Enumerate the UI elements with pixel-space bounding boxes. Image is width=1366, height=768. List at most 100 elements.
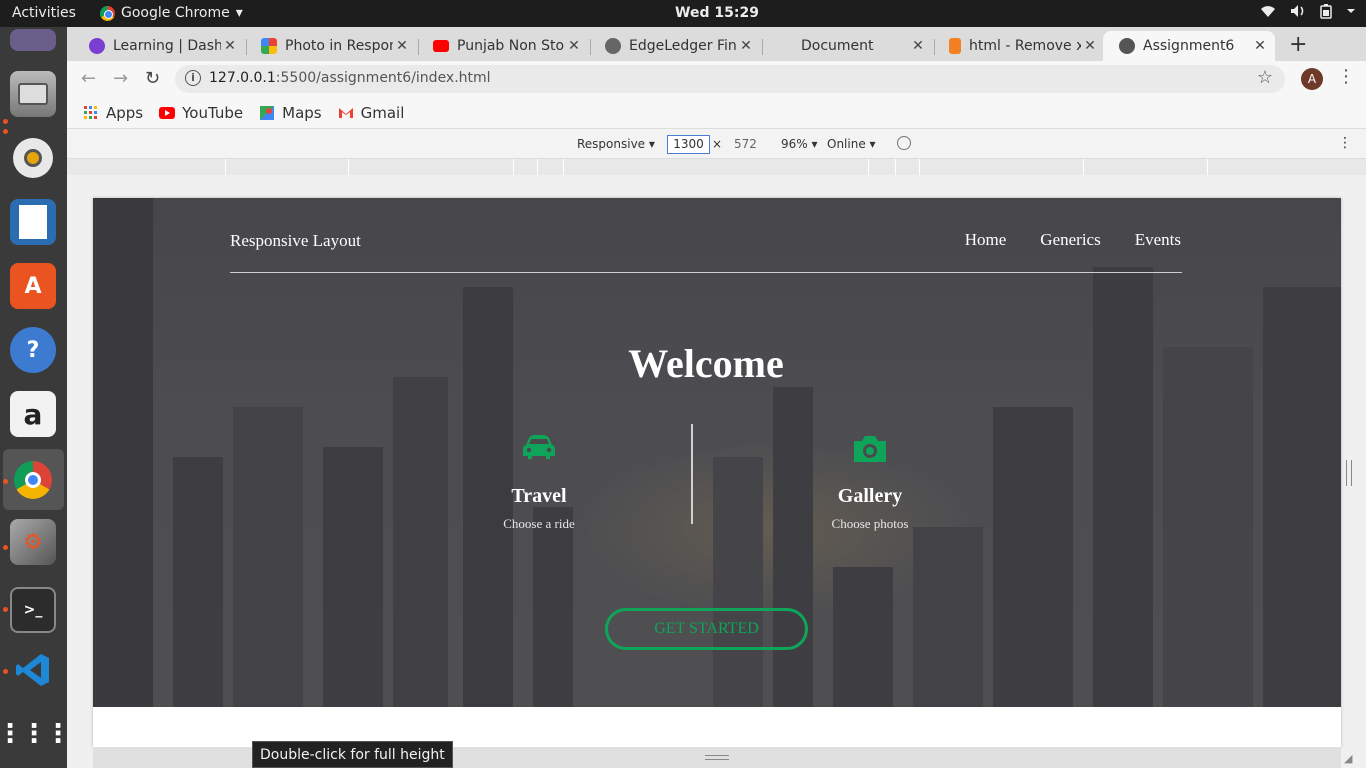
tab-title: Punjab Non Stop — [457, 38, 565, 54]
dock-terminal-icon[interactable]: >_ — [10, 587, 56, 633]
tab-learning[interactable]: Learning | Dashb ✕ — [73, 31, 245, 61]
get-started-button[interactable]: GET STARTED — [605, 608, 808, 650]
back-arrow-icon[interactable]: ← — [81, 68, 96, 89]
site-logo[interactable]: Responsive Layout — [230, 231, 361, 251]
ruler-tick — [563, 159, 564, 175]
running-indicator — [3, 119, 8, 124]
media-query-ruler[interactable] — [67, 159, 1366, 175]
close-tab-icon[interactable]: ✕ — [221, 38, 239, 54]
url-path: :5500/assignment6/index.html — [275, 70, 491, 86]
tab-photo[interactable]: Photo in Respons ✕ — [245, 31, 417, 61]
info-icon[interactable]: i — [185, 70, 201, 86]
grip-icon — [705, 755, 729, 760]
zoom-select[interactable]: 96% ▾ — [781, 137, 818, 151]
battery-icon — [1320, 4, 1332, 19]
dock-settings-icon[interactable]: ⚙ — [10, 519, 56, 565]
close-tab-icon[interactable]: ✕ — [1251, 38, 1269, 54]
nav-generics[interactable]: Generics — [1040, 230, 1100, 250]
tab-document[interactable]: Document ✕ — [761, 31, 933, 61]
tab-favicon-icon — [605, 38, 621, 54]
running-indicator — [3, 607, 8, 612]
more-options-icon[interactable]: ⋮ — [1338, 135, 1352, 151]
rotate-icon[interactable] — [897, 136, 911, 150]
viewport-width-input[interactable]: 1300 — [667, 135, 710, 154]
nav-home[interactable]: Home — [965, 230, 1007, 250]
tab-strip: Learning | Dashb ✕ Photo in Respons ✕ Pu… — [67, 27, 1366, 61]
throttling-select[interactable]: Online ▾ — [827, 137, 876, 151]
profile-avatar[interactable]: A — [1301, 68, 1323, 90]
dock-rhythmbox-icon[interactable] — [10, 135, 56, 181]
dock-software-icon[interactable]: A — [10, 263, 56, 309]
resize-handle-right[interactable] — [1346, 460, 1352, 486]
youtube-icon — [159, 106, 176, 119]
tooltip: Double-click for full height — [252, 741, 453, 768]
device-select[interactable]: Responsive ▾ — [577, 137, 655, 151]
feature-gallery: Gallery Choose photos — [770, 434, 970, 532]
dock-amazon-icon[interactable]: a — [10, 391, 56, 437]
ruler-tick — [1207, 159, 1208, 175]
dock-mail-icon[interactable] — [10, 29, 56, 51]
close-tab-icon[interactable]: ✕ — [1081, 38, 1099, 54]
apps-grid-icon — [84, 105, 97, 119]
close-tab-icon[interactable]: ✕ — [909, 38, 927, 54]
bookmark-maps[interactable]: Maps — [259, 104, 322, 122]
reload-icon[interactable]: ↻ — [145, 68, 160, 89]
show-apps-grid-icon[interactable]: ⋮⋮⋮ — [0, 711, 71, 757]
close-tab-icon[interactable]: ✕ — [737, 38, 755, 54]
maps-icon — [260, 105, 275, 120]
bookmarks-bar: Apps YouTube Maps Gmail — [67, 97, 1366, 129]
viewport-height-input[interactable]: 572 — [734, 137, 757, 151]
emulated-viewport: Responsive Layout Home Generics Events W… — [93, 198, 1341, 747]
bookmark-apps[interactable]: Apps — [83, 104, 143, 122]
system-top-bar: Activities Google Chrome ▾ Wed 15:29 — [0, 0, 1366, 27]
wifi-icon — [1261, 6, 1275, 17]
omnibox[interactable]: i 127.0.0.1:5500/assignment6/index.html … — [175, 65, 1285, 93]
bookmark-gmail[interactable]: Gmail — [338, 103, 405, 122]
bookmark-label: Gmail — [360, 103, 405, 122]
tab-stackoverflow[interactable]: html - Remove x ✕ — [933, 31, 1105, 61]
dock: A ? a ⚙ >_ ⋮⋮⋮ — [0, 27, 71, 768]
tab-punjab[interactable]: Punjab Non Stop ✕ — [417, 31, 589, 61]
running-indicator — [3, 129, 8, 134]
hero-section: Responsive Layout Home Generics Events W… — [93, 198, 1341, 707]
tab-favicon-icon — [261, 38, 277, 54]
ruler-tick — [919, 159, 920, 175]
clock[interactable]: Wed 15:29 — [0, 5, 1366, 21]
feature-subtitle: Choose a ride — [503, 516, 575, 531]
dock-writer-icon[interactable] — [10, 199, 56, 245]
bookmark-youtube[interactable]: YouTube — [159, 104, 243, 122]
nav-events[interactable]: Events — [1135, 230, 1181, 250]
bookmark-star-icon[interactable]: ☆ — [1257, 67, 1273, 88]
tab-edgeledger[interactable]: EdgeLedger Fina ✕ — [589, 31, 761, 61]
tab-title: Document — [801, 38, 874, 54]
close-tab-icon[interactable]: ✕ — [565, 38, 583, 54]
bookmark-label: YouTube — [182, 103, 244, 122]
dock-vscode-icon[interactable] — [10, 647, 56, 693]
feature-title: Gallery — [837, 485, 903, 507]
dock-help-icon[interactable]: ? — [10, 327, 56, 373]
system-tray[interactable] — [1260, 4, 1356, 19]
close-tab-icon[interactable]: ✕ — [393, 38, 411, 54]
globe-icon — [1119, 38, 1135, 54]
forward-arrow-icon[interactable]: → — [113, 68, 128, 89]
chevron-down-icon — [1347, 9, 1355, 13]
dock-chrome-icon[interactable] — [10, 457, 56, 503]
site-nav: Home Generics Events — [965, 230, 1181, 250]
running-indicator — [3, 669, 8, 674]
ruler-tick — [225, 159, 226, 175]
toolbar: ← → ↻ i 127.0.0.1:5500/assignment6/index… — [67, 61, 1366, 97]
ruler-tick — [513, 159, 514, 175]
dock-files-icon[interactable] — [10, 71, 56, 117]
url-text[interactable]: 127.0.0.1:5500/assignment6/index.html — [209, 70, 491, 86]
tab-title: html - Remove x — [969, 38, 1081, 54]
volume-icon — [1291, 5, 1304, 17]
header-divider — [230, 272, 1182, 273]
feature-title: Travel — [511, 485, 567, 507]
tab-assignment6[interactable]: Assignment6 ✕ — [1103, 31, 1275, 61]
car-icon — [439, 434, 639, 470]
chrome-menu-icon[interactable]: ⋮ — [1337, 66, 1355, 87]
new-tab-button[interactable]: + — [1289, 32, 1307, 57]
resize-corner-icon[interactable]: ◢ — [1344, 752, 1358, 765]
feature-subtitle: Choose photos — [831, 516, 909, 531]
dimension-times: × — [712, 137, 723, 151]
